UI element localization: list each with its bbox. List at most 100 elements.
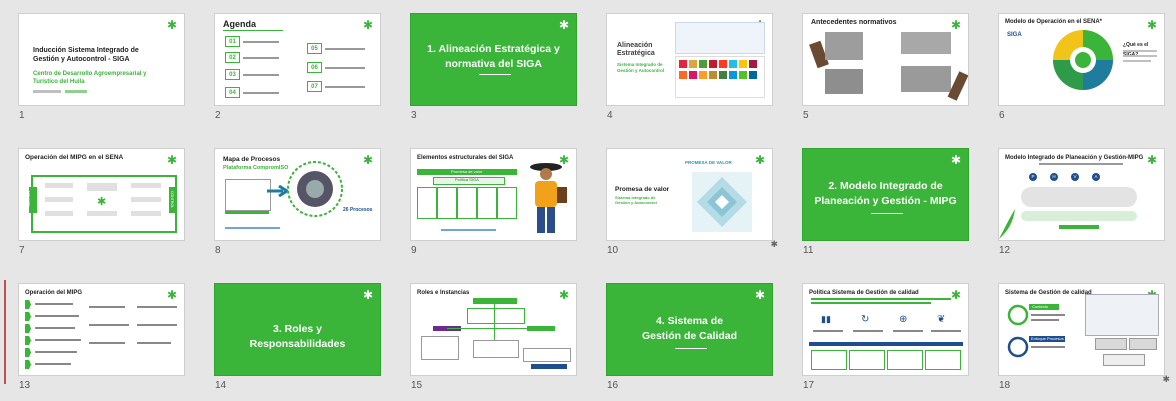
slide-thumbnail[interactable]: ✱ Modelo Integrado de Planeación y Gesti…	[998, 148, 1165, 241]
org-box	[467, 308, 525, 324]
slide-thumbnail[interactable]: ✱ Operación del MIPG en el SENA ✱ GESTIÓ…	[18, 148, 185, 241]
org-box	[523, 348, 571, 362]
slide-title: Operación del MIPG en el SENA	[25, 154, 124, 161]
slide-sorter-grid: ✱ Inducción Sistema Integrado de Gestión…	[0, 0, 1176, 392]
slide-9[interactable]: ✱ Elementos estructurales del SIGA Prome…	[392, 135, 588, 266]
element-box	[417, 187, 437, 219]
slide-5[interactable]: ✱ Antecedentes normativos 5	[784, 0, 980, 131]
animation-star-icon: ✱	[770, 239, 778, 249]
slide-thumbnail[interactable]: ✱ Mapa de Procesos Plataforma CompromISO…	[214, 148, 381, 241]
slide-thumbnail[interactable]: ✱ Operación del MIPG	[18, 283, 185, 376]
slide-thumbnail[interactable]: ✱ Elementos estructurales del SIGA Prome…	[410, 148, 577, 241]
process-box	[87, 183, 117, 191]
cycle-icon: ↻	[861, 314, 870, 325]
sdg-grid	[675, 56, 765, 98]
slide-16[interactable]: ✱ 4. Sistema de Gestión de Calidad 16	[588, 270, 784, 401]
slide-thumbnail[interactable]: ✱ Inducción Sistema Integrado de Gestión…	[18, 13, 185, 106]
slide-title: Inducción Sistema Integrado de Gestión y…	[33, 47, 139, 63]
slide-title: Promesa de valor	[615, 186, 670, 193]
step-circle	[1007, 304, 1029, 326]
slide-6[interactable]: ✱ Modelo de Operación en el SENA* SIGA ¿…	[980, 0, 1176, 131]
element-box	[437, 187, 457, 219]
org-box	[473, 298, 517, 304]
slide-subtitle: Plataforma CompromISO	[223, 165, 289, 171]
slide-thumbnail[interactable]: ✱ 1. Alineación Estratégica y normativa …	[410, 13, 577, 106]
slide-7[interactable]: ✱ Operación del MIPG en el SENA ✱ GESTIÓ…	[0, 135, 196, 266]
slide-thumbnail[interactable]: ✱ Sistema de Gestión de calidad Contexto…	[998, 283, 1165, 376]
slide-title: Antecedentes normativos	[811, 19, 897, 26]
text-line	[35, 327, 75, 329]
slide-number: 18	[999, 380, 1011, 391]
slide-10[interactable]: ✱ Promesa de valor Sistema Integrado de …	[588, 135, 784, 266]
slide-2[interactable]: ✱ Agenda 01 02 03 04 05 06 07 2	[196, 0, 392, 131]
slide-number: 1	[19, 110, 25, 121]
slide-thumbnail[interactable]: ✱ Promesa de valor Sistema Integrado de …	[606, 148, 773, 241]
process-box	[45, 197, 73, 202]
caption-bar	[1059, 225, 1099, 229]
element-box	[457, 187, 477, 219]
sena-logo-icon: ✱	[950, 153, 961, 167]
slide-title: Operación del MIPG	[25, 290, 83, 296]
text-line	[35, 315, 79, 317]
policy-text: Política SIGA	[455, 177, 479, 182]
slide-number: 5	[803, 110, 809, 121]
animation-star-icon: ✱	[1162, 374, 1170, 384]
note-card	[901, 32, 951, 54]
slide-subtitle: Sistema Integrado de Gestión y Autocontr…	[617, 62, 665, 73]
slide-thumbnail[interactable]: ✱ 4. Sistema de Gestión de Calidad	[606, 283, 773, 376]
slide-number: 17	[803, 380, 815, 391]
title-underline	[479, 74, 511, 75]
slide-thumbnail[interactable]: ✱ Política Sistema de Gestión de calidad…	[802, 283, 969, 376]
slide-15[interactable]: ✱ Roles e Instancias 15	[392, 270, 588, 401]
slide-14[interactable]: ✱ 3. Roles y Responsabilidades 14	[196, 270, 392, 401]
slide-thumbnail[interactable]: ✱ Antecedentes normativos	[802, 13, 969, 106]
text-line	[811, 298, 951, 300]
slide-thumbnail[interactable]: ✱ Agenda 01 02 03 04 05 06 07	[214, 13, 381, 106]
note-card	[901, 66, 951, 92]
slide-number: 8	[215, 245, 221, 256]
element-box	[477, 187, 497, 219]
slide-12[interactable]: ✱ Modelo Integrado de Planeación y Gesti…	[980, 135, 1176, 266]
slide-subtitle: Centro de Desarrollo Agroempresarial y T…	[33, 71, 147, 85]
slide-title: Elementos estructurales del SIGA	[417, 155, 514, 161]
slide-1[interactable]: ✱ Inducción Sistema Integrado de Gestión…	[0, 0, 196, 131]
slide-13[interactable]: ✱ Operación del MIPG 13	[0, 270, 196, 401]
text-line	[89, 324, 129, 326]
process-box	[45, 183, 73, 188]
slide-thumbnail[interactable]: ✱ Alineación Estratégica Sistema Integra…	[606, 13, 773, 106]
slide-number: 4	[607, 110, 613, 121]
slide-number: 11	[803, 245, 814, 256]
title-underline	[223, 30, 283, 31]
slide-8[interactable]: ✱ Mapa de Procesos Plataforma CompromISO…	[196, 135, 392, 266]
process-box	[45, 211, 73, 216]
title-underline	[675, 348, 707, 349]
slide-thumbnail[interactable]: ✱ Modelo de Operación en el SENA* SIGA ¿…	[998, 13, 1165, 106]
slide-18[interactable]: ✱ Sistema de Gestión de calidad Contexto…	[980, 270, 1176, 401]
text-line	[137, 324, 177, 326]
slide-thumbnail[interactable]: ✱ 2. Modelo Integrado de Planeación y Ge…	[802, 148, 969, 241]
org-box	[421, 336, 459, 360]
text-line	[1031, 319, 1059, 321]
slide-title: Sistema de Gestión de calidad	[1005, 290, 1092, 296]
text-line	[1031, 346, 1065, 348]
title-underline	[871, 213, 903, 214]
slide-17[interactable]: ✱ Política Sistema de Gestión de calidad…	[784, 270, 980, 401]
step-marker	[25, 324, 31, 333]
text-line	[1031, 314, 1065, 316]
slide-11[interactable]: ✱ 2. Modelo Integrado de Planeación y Ge…	[784, 135, 980, 266]
link-text	[441, 229, 496, 231]
step-marker	[25, 360, 31, 369]
slide-thumbnail[interactable]: ✱ Roles e Instancias	[410, 283, 577, 376]
globe-icon: ⊕	[899, 314, 908, 325]
slide-title: Agenda	[223, 19, 257, 29]
slide-4[interactable]: ✱ Alineación Estratégica Sistema Integra…	[588, 0, 784, 131]
note-card	[825, 69, 863, 94]
slide-3[interactable]: ✱ 1. Alineación Estratégica y normativa …	[392, 0, 588, 131]
step-marker	[25, 336, 31, 345]
siga-logo: SIGA	[1007, 32, 1022, 38]
slide-number: 12	[999, 245, 1011, 256]
sena-logo-icon: ✱	[950, 288, 961, 302]
slide-number: 10	[607, 245, 619, 256]
sena-logo-icon: ✱	[166, 153, 177, 167]
slide-thumbnail[interactable]: ✱ 3. Roles y Responsabilidades	[214, 283, 381, 376]
